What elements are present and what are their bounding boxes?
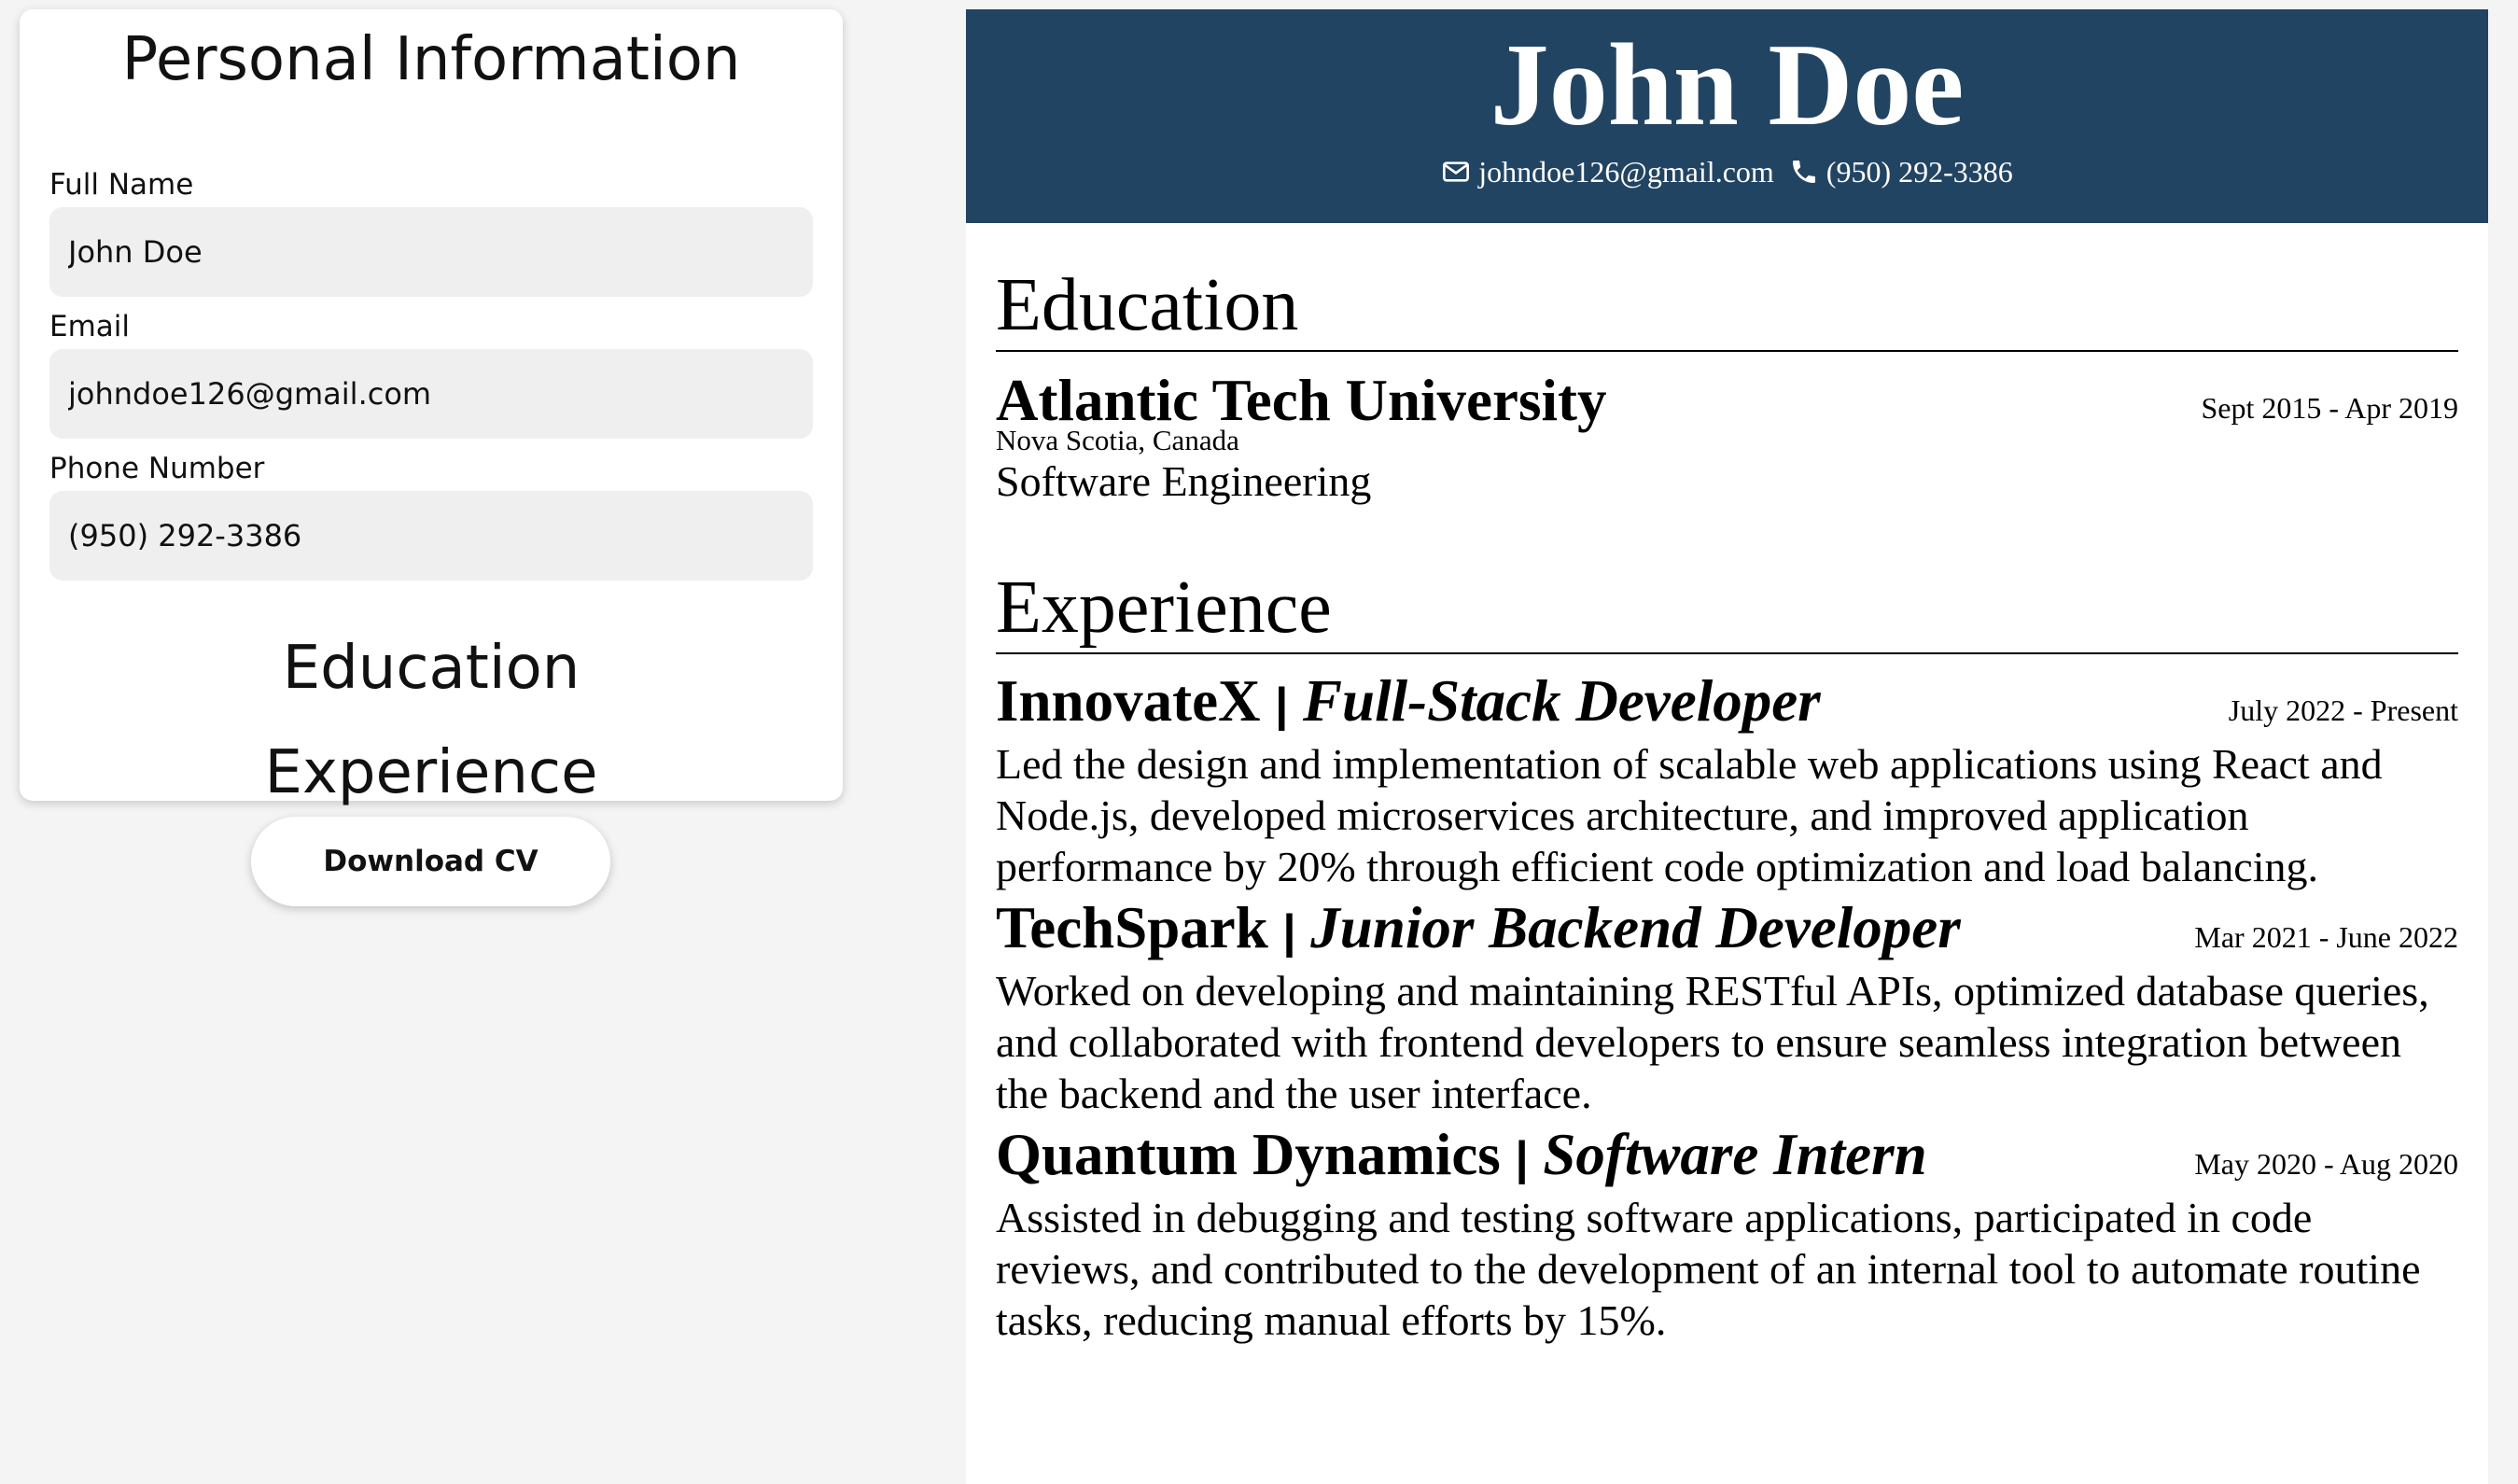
experience-entry: TechSpark | Junior Backend Developer Mar… [996,894,2458,1119]
experience-entry: Quantum Dynamics | Software Intern May 2… [996,1121,2458,1346]
education-section-toggle[interactable]: Education [49,629,813,707]
job-separator: | [1515,1132,1529,1184]
cv-header: John Doe johndoe126@gmail.com (950) 292-… [966,9,2488,223]
cv-experience-title: Experience [996,563,2458,654]
education-entry: Atlantic Tech University Sept 2015 - Apr… [996,365,2458,509]
email-field: Email [49,308,813,439]
cv-body: Education Atlantic Tech University Sept … [966,260,2488,1346]
email-label: Email [49,310,131,343]
phone-field: Phone Number [49,450,813,581]
job-role: Junior Backend Developer [1310,895,1961,960]
full-name-input[interactable] [49,207,813,297]
job-company: InnovateX [996,668,1261,734]
job-description: Worked on developing and maintaining RES… [996,967,2429,1117]
phone-input[interactable] [49,491,813,581]
job-description: Assisted in debugging and testing softwa… [996,1194,2421,1344]
form-title: Personal Information [121,25,741,94]
cv-email-contact: johndoe126@gmail.com [1441,151,1774,192]
cv-phone-contact: (950) 292-3386 [1789,151,2013,192]
cv-email: johndoe126@gmail.com [1478,155,1774,189]
job-title: TechSpark | Junior Backend Developer [996,894,1961,965]
download-cv-button[interactable]: Download CV [251,817,610,906]
experience-entry: InnovateX | Full-Stack Developer July 20… [996,667,2458,892]
job-role: Full-Stack Developer [1303,668,1821,734]
job-role: Software Intern [1543,1122,1927,1187]
job-dates: July 2022 - Present [2228,693,2458,727]
cv-education-title: Education [996,260,2458,352]
education-dates: Sept 2015 - Apr 2019 [2201,391,2458,425]
job-dates: May 2020 - Aug 2020 [2194,1147,2458,1181]
job-description: Led the design and implementation of sca… [996,740,2383,890]
full-name-field: Full Name [49,166,813,297]
experience-section-toggle[interactable]: Experience [49,734,813,812]
envelope-icon [1441,157,1471,187]
job-title: InnovateX | Full-Stack Developer [996,667,1821,738]
job-title: Quantum Dynamics | Software Intern [996,1121,1927,1192]
full-name-label: Full Name [49,168,194,202]
personal-info-form: Personal Information Full Name Email Pho… [20,9,843,807]
cv-contacts: johndoe126@gmail.com (950) 292-3386 [966,151,2488,192]
job-company: Quantum Dynamics [996,1122,1501,1187]
job-separator: | [1275,679,1289,731]
school-degree: Software Engineering [996,457,1372,505]
job-separator: | [1282,905,1296,958]
phone-label: Phone Number [49,452,265,485]
cv-name: John Doe [1490,21,1965,150]
cv-preview: John Doe johndoe126@gmail.com (950) 292-… [966,9,2488,1484]
job-company: TechSpark [996,895,1268,960]
job-dates: Mar 2021 - June 2022 [2194,920,2458,954]
email-input[interactable] [49,349,813,439]
phone-icon [1789,157,1819,187]
cv-phone: (950) 292-3386 [1826,155,2013,189]
